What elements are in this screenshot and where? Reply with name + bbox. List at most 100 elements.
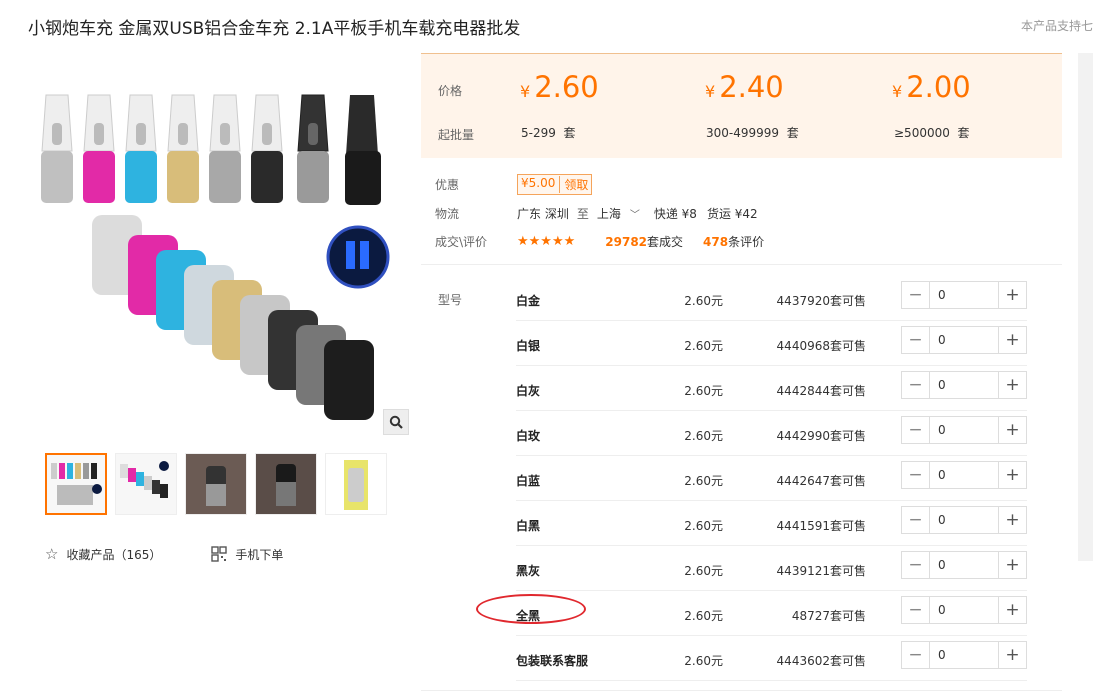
sku-name: 包装联系客服: [516, 654, 589, 668]
quantity-input[interactable]: 0: [930, 327, 998, 353]
quantity-stepper: − 0 +: [901, 281, 1027, 309]
sku-row: 包装联系客服 2.60元 4443602套可售 − 0 +: [516, 636, 1027, 681]
coupon-action: 领取: [564, 178, 589, 192]
minus-button[interactable]: −: [902, 372, 930, 398]
deal-count[interactable]: 29782套成交: [605, 233, 683, 250]
deals-row: 成交\评价 ★★★★★ 29782套成交 478条评价: [435, 233, 764, 250]
ship-from: 广东 深圳: [517, 207, 569, 221]
plus-button[interactable]: +: [998, 597, 1026, 623]
minus-button[interactable]: −: [902, 642, 930, 668]
plus-button[interactable]: +: [998, 552, 1026, 578]
logistics-row: 物流 广东 深圳 至 上海 ﹀ 快递 ¥8 货运 ¥42: [435, 205, 758, 222]
thumbnail-2[interactable]: [115, 453, 177, 515]
thumbnail-4[interactable]: [255, 453, 317, 515]
moq-label: 起批量: [438, 128, 475, 142]
quantity-input[interactable]: 0: [930, 642, 998, 668]
favorite-button[interactable]: ☆ 收藏产品（165）: [45, 545, 161, 563]
zoom-button[interactable]: [383, 409, 409, 435]
sku-price: 2.60元: [684, 474, 723, 488]
sku-stock: 4441591套可售: [776, 519, 866, 533]
sku-name: 白银: [516, 339, 541, 353]
tier-range-2: 300-499999 套: [706, 126, 799, 140]
plus-button[interactable]: +: [998, 417, 1026, 443]
minus-button[interactable]: −: [902, 552, 930, 578]
sku-stock: 48727套可售: [791, 609, 866, 623]
plus-button[interactable]: +: [998, 462, 1026, 488]
rating-stars-icon: ★★★★★: [517, 234, 576, 249]
thumbnail-3[interactable]: [185, 453, 247, 515]
qr-code-icon: [211, 546, 228, 562]
thumbnail-5[interactable]: [325, 453, 387, 515]
thumbnail-1[interactable]: [45, 453, 107, 515]
minus-button[interactable]: −: [902, 507, 930, 533]
quantity-stepper: − 0 +: [901, 416, 1027, 444]
ship-to-selector[interactable]: 上海 ﹀: [597, 205, 640, 222]
quantity-stepper: − 0 +: [901, 596, 1027, 624]
promo-label: 优惠: [435, 178, 460, 192]
minus-button[interactable]: −: [902, 282, 930, 308]
chevron-down-icon: ﹀: [629, 210, 640, 221]
sku-row: 白玫 2.60元 4442990套可售 − 0 +: [516, 411, 1027, 456]
freight-fee: 货运 ¥42: [706, 207, 758, 221]
tier-price-2: ¥2.40: [705, 70, 784, 104]
ship-to: 上海: [596, 207, 621, 221]
minus-button[interactable]: −: [902, 327, 930, 353]
plus-button[interactable]: +: [998, 282, 1026, 308]
quantity-stepper: − 0 +: [901, 506, 1027, 534]
quantity-input[interactable]: 0: [930, 597, 998, 623]
plus-button[interactable]: +: [998, 372, 1026, 398]
sku-price: 2.60元: [684, 384, 723, 398]
quantity-stepper: − 0 +: [901, 641, 1027, 669]
sku-stock: 4442990套可售: [776, 429, 866, 443]
quantity-stepper: − 0 +: [901, 551, 1027, 579]
sku-name: 白蓝: [516, 474, 541, 488]
quantity-stepper: − 0 +: [901, 326, 1027, 354]
tier-price-1: ¥2.60: [520, 70, 599, 104]
favorite-label: 收藏产品（165）: [66, 547, 162, 562]
logistics-label: 物流: [435, 207, 460, 221]
sku-stock: 4442844套可售: [776, 384, 866, 398]
review-count[interactable]: 478条评价: [703, 233, 764, 250]
sku-stock: 4440968套可售: [776, 339, 866, 353]
sku-stock: 4443602套可售: [776, 654, 866, 668]
deals-label: 成交\评价: [435, 235, 488, 249]
quantity-stepper: − 0 +: [901, 461, 1027, 489]
minus-button[interactable]: −: [902, 417, 930, 443]
minus-button[interactable]: −: [902, 462, 930, 488]
minus-button[interactable]: −: [902, 597, 930, 623]
sku-name: 白玫: [516, 429, 541, 443]
promo-row: 优惠 ¥5.00 领取: [435, 174, 593, 195]
main-product-image[interactable]: [30, 75, 410, 435]
car-charger-photo: [41, 94, 390, 420]
price-label: 价格: [438, 84, 463, 98]
sku-name: 黑灰: [516, 564, 541, 578]
plus-button[interactable]: +: [998, 327, 1026, 353]
mobile-order-button[interactable]: 手机下单: [211, 546, 283, 563]
quantity-input[interactable]: 0: [930, 462, 998, 488]
quantity-input[interactable]: 0: [930, 282, 998, 308]
plus-button[interactable]: +: [998, 642, 1026, 668]
scrollbar[interactable]: [1078, 53, 1093, 561]
plus-button[interactable]: +: [998, 507, 1026, 533]
thumbnail-strip: [45, 453, 387, 515]
sku-price: 2.60元: [684, 654, 723, 668]
quantity-input[interactable]: 0: [930, 507, 998, 533]
sku-price: 2.60元: [684, 429, 723, 443]
quantity-input[interactable]: 0: [930, 417, 998, 443]
quantity-input[interactable]: 0: [930, 552, 998, 578]
sku-name: 白黑: [516, 519, 541, 533]
coupon-button[interactable]: ¥5.00 领取: [517, 174, 593, 195]
tier-range-1: 5-299 套: [521, 126, 576, 140]
express-fee: 快递 ¥8: [653, 207, 697, 221]
annotation-circle: [476, 594, 586, 624]
quantity-input[interactable]: 0: [930, 372, 998, 398]
product-title: 小钢炮车充 金属双USB铝合金车充 2.1A平板手机车载充电器批发: [28, 19, 521, 39]
sku-label: 型号: [438, 293, 463, 307]
tier-range-3: ≥500000 套: [894, 126, 970, 140]
sku-row: 黑灰 2.60元 4439121套可售 − 0 +: [516, 546, 1027, 591]
star-outline-icon: ☆: [45, 545, 59, 563]
sku-row: 白蓝 2.60元 4442647套可售 − 0 +: [516, 456, 1027, 501]
support-text: 本产品支持七: [1020, 19, 1093, 33]
sku-row: 全黑 2.60元 48727套可售 − 0 +: [516, 591, 1027, 636]
bottom-divider: [421, 690, 1062, 691]
